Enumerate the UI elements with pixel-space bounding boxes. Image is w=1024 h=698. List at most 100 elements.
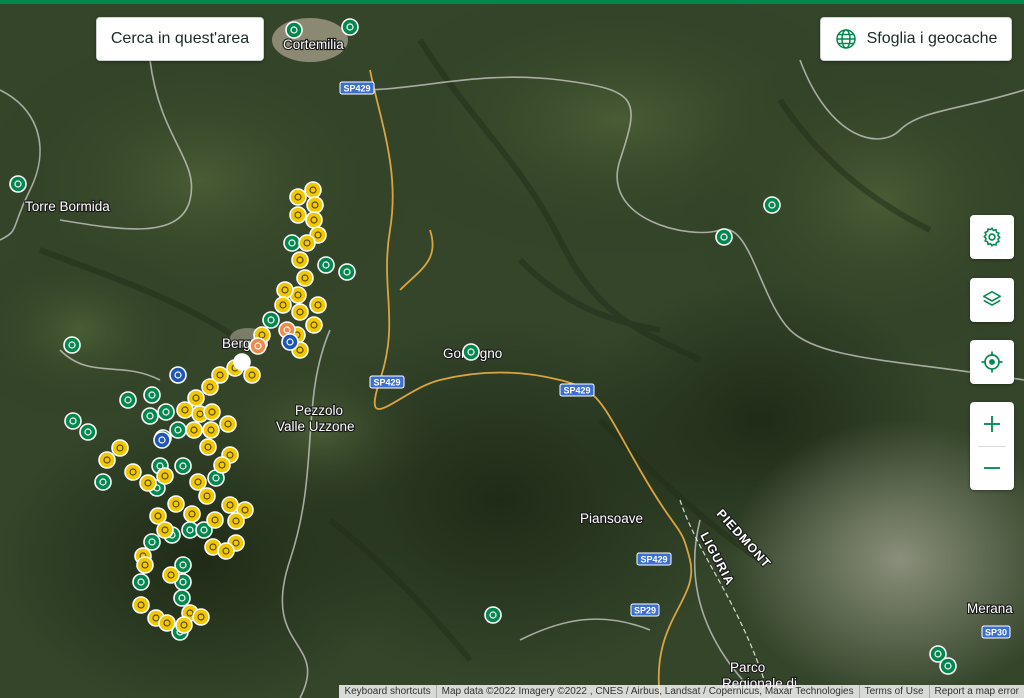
place-label-valle-uzzone: Valle Uzzone bbox=[276, 419, 355, 434]
traditional-cache-marker[interactable] bbox=[143, 386, 161, 404]
found-cache-marker[interactable] bbox=[199, 438, 217, 456]
keyboard-shortcuts-link[interactable]: Keyboard shortcuts bbox=[339, 685, 435, 698]
svg-text:SP429: SP429 bbox=[563, 386, 590, 396]
road-shield: SP429 bbox=[369, 375, 405, 389]
found-cache-marker[interactable] bbox=[158, 614, 176, 632]
found-cache-marker[interactable] bbox=[304, 181, 322, 199]
minus-icon bbox=[982, 458, 1002, 478]
traditional-cache-marker[interactable] bbox=[173, 589, 191, 607]
traditional-cache-marker[interactable] bbox=[157, 403, 175, 421]
found-cache-marker[interactable] bbox=[156, 521, 174, 539]
traditional-cache-marker[interactable] bbox=[174, 457, 192, 475]
traditional-cache-marker[interactable] bbox=[64, 412, 82, 430]
traditional-cache-marker[interactable] bbox=[132, 573, 150, 591]
browse-geocaches-button[interactable]: Sfoglia i geocache bbox=[820, 17, 1012, 61]
traditional-cache-marker[interactable] bbox=[462, 343, 480, 361]
map-layers-button[interactable] bbox=[970, 278, 1014, 322]
traditional-cache-marker[interactable] bbox=[119, 391, 137, 409]
found-cache-marker[interactable] bbox=[274, 296, 292, 314]
found-cache-marker[interactable] bbox=[206, 511, 224, 529]
zoom-controls bbox=[970, 402, 1014, 490]
found-cache-marker[interactable] bbox=[296, 269, 314, 287]
found-cache-marker[interactable] bbox=[124, 463, 142, 481]
svg-text:SP429: SP429 bbox=[373, 378, 400, 388]
zoom-in-button[interactable] bbox=[970, 402, 1014, 446]
traditional-cache-marker[interactable] bbox=[94, 473, 112, 491]
found-cache-marker[interactable] bbox=[176, 401, 194, 419]
found-cache-marker[interactable] bbox=[309, 296, 327, 314]
found-cache-marker[interactable] bbox=[98, 451, 116, 469]
mystery-cache-marker[interactable] bbox=[153, 431, 171, 449]
found-cache-marker[interactable] bbox=[213, 456, 231, 474]
traditional-cache-marker[interactable] bbox=[63, 336, 81, 354]
layers-icon bbox=[981, 289, 1003, 311]
found-cache-marker[interactable] bbox=[202, 421, 220, 439]
traditional-cache-marker[interactable] bbox=[338, 263, 356, 281]
found-cache-marker[interactable] bbox=[219, 415, 237, 433]
traditional-cache-marker[interactable] bbox=[79, 423, 97, 441]
waypoint-cache-marker[interactable] bbox=[233, 353, 251, 371]
found-cache-marker[interactable] bbox=[198, 487, 216, 505]
found-cache-marker[interactable] bbox=[189, 473, 207, 491]
found-cache-marker[interactable] bbox=[291, 251, 309, 269]
traditional-cache-marker[interactable] bbox=[285, 21, 303, 39]
traditional-cache-marker[interactable] bbox=[341, 18, 359, 36]
svg-text:SP429: SP429 bbox=[640, 555, 667, 565]
report-map-error-link[interactable]: Report a map error bbox=[928, 685, 1024, 698]
place-label-pezzolo: Pezzolo bbox=[295, 403, 343, 418]
traditional-cache-marker[interactable] bbox=[484, 606, 502, 624]
road-shield: SP429 bbox=[636, 552, 672, 566]
mystery-cache-marker[interactable] bbox=[169, 366, 187, 384]
found-cache-marker[interactable] bbox=[185, 421, 203, 439]
svg-text:SP30: SP30 bbox=[985, 628, 1007, 638]
zoom-out-button[interactable] bbox=[970, 446, 1014, 490]
traditional-cache-marker[interactable] bbox=[143, 533, 161, 551]
found-cache-marker[interactable] bbox=[203, 403, 221, 421]
traditional-cache-marker[interactable] bbox=[939, 657, 957, 675]
svg-text:SP29: SP29 bbox=[634, 606, 656, 616]
found-cache-marker[interactable] bbox=[201, 378, 219, 396]
map-settings-button[interactable] bbox=[970, 215, 1014, 259]
found-cache-marker[interactable] bbox=[162, 566, 180, 584]
found-cache-marker[interactable] bbox=[167, 495, 185, 513]
traditional-cache-marker[interactable] bbox=[169, 421, 187, 439]
found-cache-marker[interactable] bbox=[221, 496, 239, 514]
road-shield: SP30 bbox=[981, 625, 1011, 639]
found-cache-marker[interactable] bbox=[289, 206, 307, 224]
found-cache-marker[interactable] bbox=[132, 596, 150, 614]
found-cache-marker[interactable] bbox=[136, 556, 154, 574]
traditional-cache-marker[interactable] bbox=[317, 256, 335, 274]
found-cache-marker[interactable] bbox=[305, 316, 323, 334]
found-cache-marker[interactable] bbox=[192, 608, 210, 626]
found-cache-marker[interactable] bbox=[289, 188, 307, 206]
mystery-cache-marker[interactable] bbox=[281, 333, 299, 351]
found-cache-marker[interactable] bbox=[139, 474, 157, 492]
found-cache-marker[interactable] bbox=[217, 542, 235, 560]
traditional-cache-marker[interactable] bbox=[141, 407, 159, 425]
place-label-cortemilia: Cortemilia bbox=[283, 37, 344, 52]
found-cache-marker[interactable] bbox=[291, 303, 309, 321]
found-cache-marker[interactable] bbox=[276, 281, 294, 299]
found-cache-marker[interactable] bbox=[298, 234, 316, 252]
traditional-cache-marker[interactable] bbox=[715, 228, 733, 246]
traditional-cache-marker[interactable] bbox=[763, 196, 781, 214]
traditional-cache-marker[interactable] bbox=[9, 175, 27, 193]
my-location-button[interactable] bbox=[970, 340, 1014, 384]
dnf-cache-marker[interactable] bbox=[249, 337, 267, 355]
found-cache-marker[interactable] bbox=[183, 505, 201, 523]
terms-of-use-link[interactable]: Terms of Use bbox=[858, 685, 929, 698]
gear-icon bbox=[981, 226, 1003, 248]
traditional-cache-marker[interactable] bbox=[283, 234, 301, 252]
road-shield: SP29 bbox=[630, 603, 660, 617]
found-cache-marker[interactable] bbox=[227, 512, 245, 530]
place-label-parco: Parco bbox=[730, 660, 765, 675]
found-cache-marker[interactable] bbox=[305, 211, 323, 229]
found-cache-marker[interactable] bbox=[156, 467, 174, 485]
place-label-torre-bormida: Torre Bormida bbox=[25, 199, 110, 214]
found-cache-marker[interactable] bbox=[306, 196, 324, 214]
traditional-cache-marker[interactable] bbox=[262, 311, 280, 329]
satellite-map[interactable]: Cortemilia Torre Bormida Bergolo Gorzegn… bbox=[0, 4, 1024, 698]
found-cache-marker[interactable] bbox=[111, 439, 129, 457]
search-this-area-button[interactable]: Cerca in quest'area bbox=[96, 17, 264, 61]
found-cache-marker[interactable] bbox=[175, 616, 193, 634]
